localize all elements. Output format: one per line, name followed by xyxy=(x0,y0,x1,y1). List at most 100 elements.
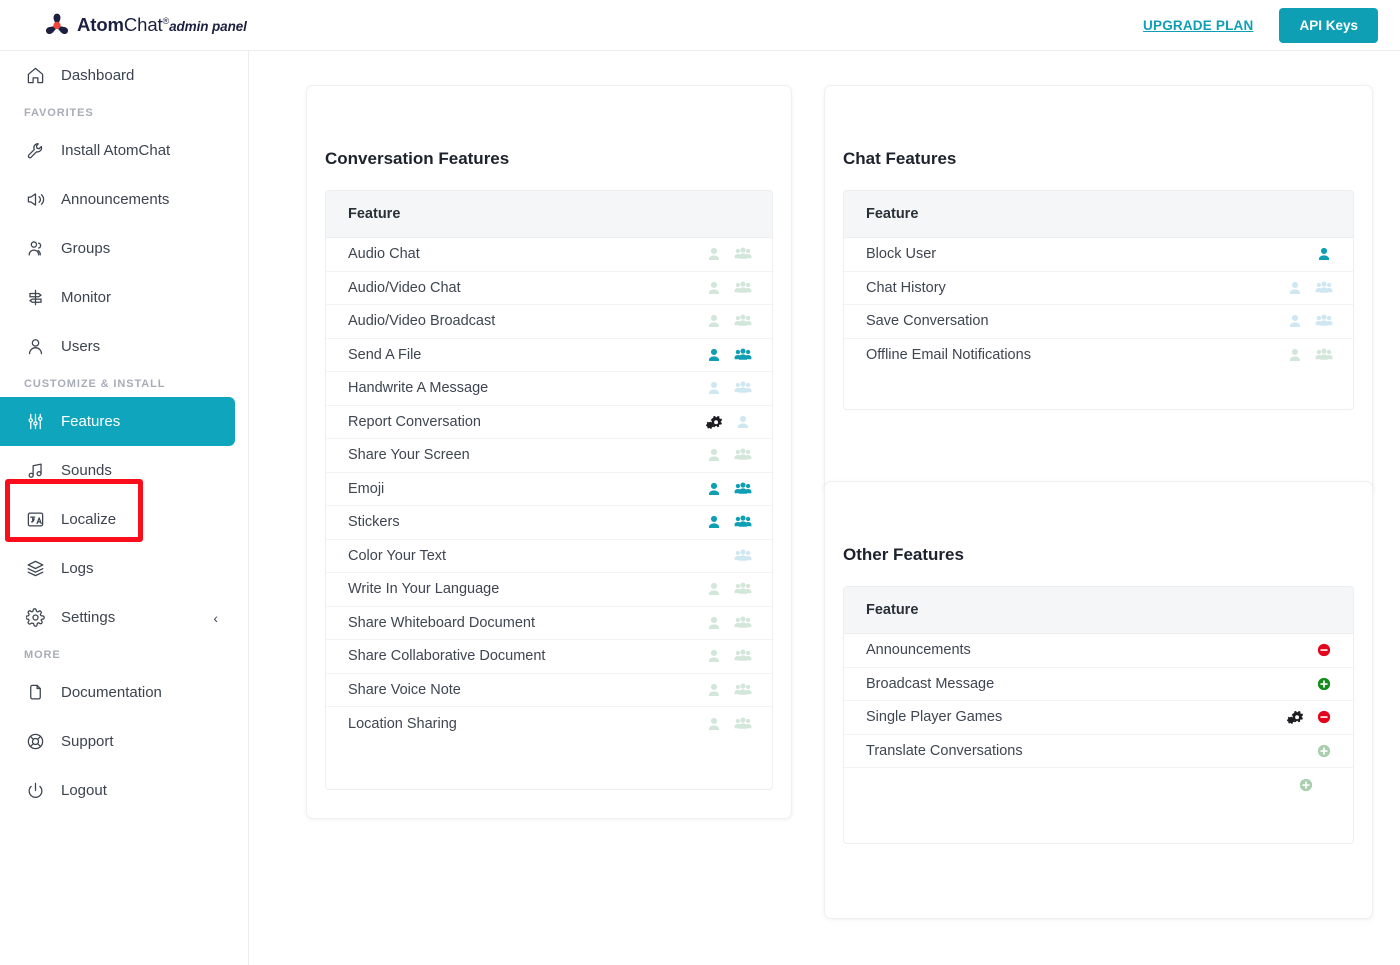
table-row[interactable]: Announcements xyxy=(844,634,1353,668)
user-off-green-icon[interactable] xyxy=(705,313,723,329)
table-row[interactable]: Write In Your Language xyxy=(326,573,772,607)
cogs-dark-icon[interactable] xyxy=(1286,709,1304,725)
plus-faded-offset-icon[interactable] xyxy=(1297,777,1315,793)
sidebar-item-features[interactable]: Features xyxy=(0,397,235,446)
table-row[interactable]: Color Your Text xyxy=(326,540,772,573)
table-row[interactable]: Broadcast Message xyxy=(844,668,1353,701)
chevron-left-icon[interactable]: ‹ xyxy=(213,610,218,626)
group-on-icon[interactable] xyxy=(734,514,752,530)
user-on-icon[interactable] xyxy=(705,481,723,497)
group-off-green-icon[interactable] xyxy=(734,682,752,698)
minus-red-icon[interactable] xyxy=(1315,642,1333,658)
sidebar-item-logs[interactable]: Logs xyxy=(0,544,248,593)
group-off-green-icon[interactable] xyxy=(734,581,752,597)
table-row[interactable]: Share Voice Note xyxy=(326,674,772,707)
user-on-icon[interactable] xyxy=(705,347,723,363)
table-row[interactable]: Share Whiteboard Document xyxy=(326,607,772,640)
user-off-blue-icon[interactable] xyxy=(705,380,723,396)
feature-name: Offline Email Notifications xyxy=(866,347,1031,364)
user-off-green-icon[interactable] xyxy=(705,615,723,631)
sidebar-item-label: Users xyxy=(61,338,101,355)
user-off-green-icon[interactable] xyxy=(705,682,723,698)
minus-red-icon[interactable] xyxy=(1315,709,1333,725)
group-on-icon[interactable] xyxy=(734,481,752,497)
user-off-green-icon[interactable] xyxy=(705,648,723,664)
sidebar-item-dashboard[interactable]: Dashboard xyxy=(0,51,248,100)
group-off-green-icon[interactable] xyxy=(734,615,752,631)
user-off-blue-icon[interactable] xyxy=(1286,313,1304,329)
brand-logo[interactable]: AtomChat®admin panel xyxy=(44,12,247,38)
group-off-blue-icon[interactable] xyxy=(1315,280,1333,296)
plus-faded-icon[interactable] xyxy=(1315,743,1333,759)
table-row[interactable]: Share Your Screen xyxy=(326,439,772,473)
top-bar: AtomChat®admin panel UPGRADE PLAN API Ke… xyxy=(0,0,1400,51)
table-row[interactable]: Handwrite A Message xyxy=(326,372,772,406)
table-row[interactable]: Location Sharing xyxy=(326,707,772,741)
sidebar-item-sounds[interactable]: Sounds xyxy=(0,446,248,495)
sidebar-item-label: Documentation xyxy=(61,684,162,701)
sidebar-item-localize[interactable]: Localize xyxy=(0,495,248,544)
table-row[interactable] xyxy=(844,768,1353,802)
table-row[interactable]: Block User xyxy=(844,238,1353,272)
translate-icon xyxy=(26,510,52,529)
cogs-dark-icon[interactable] xyxy=(705,414,723,430)
sidebar-item-users[interactable]: Users xyxy=(0,322,248,371)
table-row[interactable]: Audio Chat xyxy=(326,238,772,272)
group-on-icon[interactable] xyxy=(734,347,752,363)
sidebar-item-label: Announcements xyxy=(61,191,170,208)
table-row[interactable]: Audio/Video Chat xyxy=(326,272,772,305)
user-off-green-icon[interactable] xyxy=(705,581,723,597)
table-row[interactable]: Translate Conversations xyxy=(844,735,1353,768)
table-row[interactable]: Offline Email Notifications xyxy=(844,339,1353,373)
sidebar-item-monitor[interactable]: Monitor xyxy=(0,273,248,322)
group-off-green-icon[interactable] xyxy=(734,648,752,664)
table-row[interactable]: Send A File xyxy=(326,339,772,372)
user-on-icon[interactable] xyxy=(705,514,723,530)
group-off-blue-icon[interactable] xyxy=(734,548,752,564)
feature-toggles xyxy=(1253,280,1353,296)
user-off-blue-icon[interactable] xyxy=(1286,280,1304,296)
group-off-green-icon[interactable] xyxy=(734,447,752,463)
table-row[interactable]: Report Conversation xyxy=(326,406,772,439)
sidebar-item-install-atomchat[interactable]: Install AtomChat xyxy=(0,126,248,175)
sidebar-item-documentation[interactable]: Documentation xyxy=(0,668,248,717)
group-off-green-icon[interactable] xyxy=(734,313,752,329)
user-off-green-icon[interactable] xyxy=(705,280,723,296)
api-keys-button[interactable]: API Keys xyxy=(1279,7,1378,43)
user-off-green-icon[interactable] xyxy=(705,716,723,732)
group-off-green-icon[interactable] xyxy=(1315,347,1333,363)
table-row[interactable]: Save Conversation xyxy=(844,305,1353,339)
upgrade-plan-link[interactable]: UPGRADE PLAN xyxy=(1143,18,1253,33)
group-off-green-icon[interactable] xyxy=(734,280,752,296)
table-row[interactable]: Emoji xyxy=(326,473,772,506)
layers-icon xyxy=(26,559,52,578)
group-off-green-icon[interactable] xyxy=(734,246,752,262)
table-row[interactable]: Single Player Games xyxy=(844,701,1353,735)
feature-toggles xyxy=(1253,313,1353,329)
user-off-blue-icon[interactable] xyxy=(734,414,752,430)
group-off-green-icon[interactable] xyxy=(734,716,752,732)
sidebar-item-settings[interactable]: Settings ‹ xyxy=(0,593,248,642)
feature-toggles xyxy=(672,347,772,363)
user-off-green-icon[interactable] xyxy=(705,246,723,262)
table-row[interactable]: Stickers xyxy=(326,506,772,540)
group-off-blue-icon[interactable] xyxy=(1315,313,1333,329)
sidebar-item-support[interactable]: Support xyxy=(0,717,248,766)
sidebar-item-label: Logs xyxy=(61,560,94,577)
sidebar-item-label: Monitor xyxy=(61,289,112,306)
sidebar-item-logout[interactable]: Logout xyxy=(0,766,248,815)
feature-name: Block User xyxy=(866,246,937,263)
conversation-features-title: Conversation Features xyxy=(325,149,510,168)
table-row[interactable]: Chat History xyxy=(844,272,1353,305)
user-on-icon[interactable] xyxy=(1315,246,1333,262)
group-off-blue-icon[interactable] xyxy=(734,380,752,396)
feature-name: Stickers xyxy=(348,514,400,531)
table-row[interactable]: Share Collaborative Document xyxy=(326,640,772,674)
wrench-icon xyxy=(26,141,52,160)
sidebar-item-announcements[interactable]: Announcements xyxy=(0,175,248,224)
table-row[interactable]: Audio/Video Broadcast xyxy=(326,305,772,339)
user-off-green-icon[interactable] xyxy=(705,447,723,463)
plus-green-icon[interactable] xyxy=(1315,676,1333,692)
sidebar-item-groups[interactable]: Groups xyxy=(0,224,248,273)
user-off-green-icon[interactable] xyxy=(1286,347,1304,363)
